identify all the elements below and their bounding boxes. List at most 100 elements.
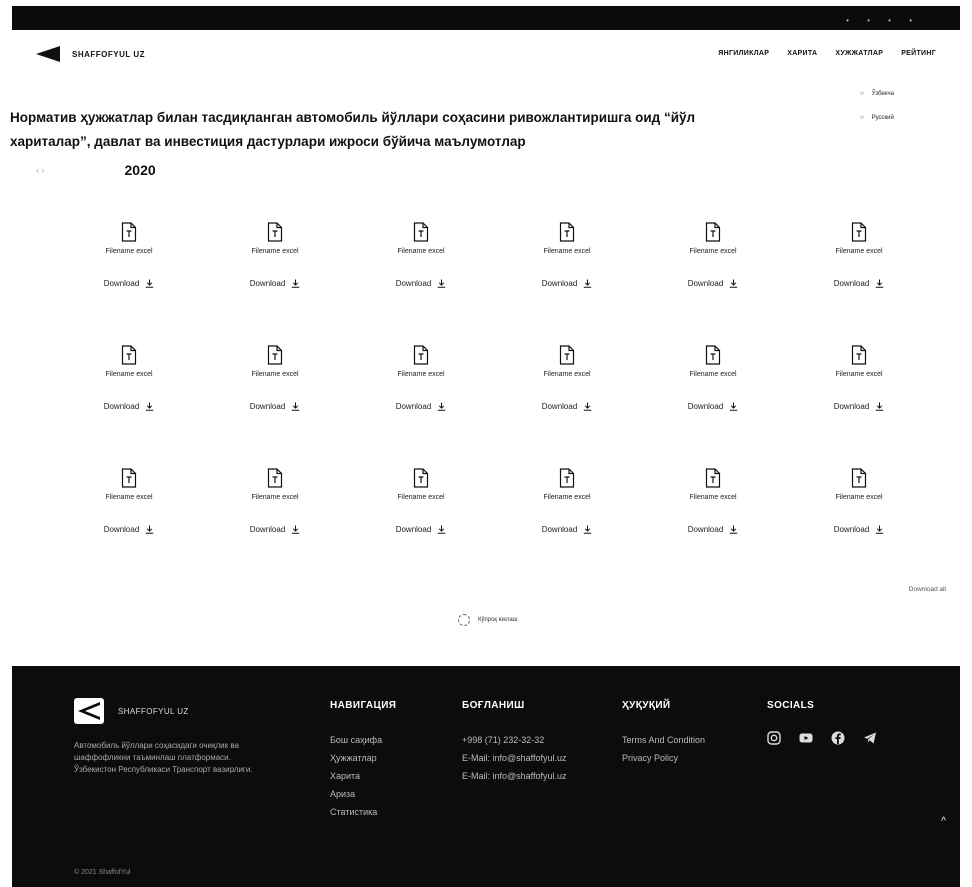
logo-text: SHAFFOFYUL UZ xyxy=(72,49,146,59)
nav-documents[interactable]: ХУЖЖАТЛАР xyxy=(835,50,883,57)
file-card: Filename excel Download xyxy=(502,460,632,583)
download-label: Download xyxy=(687,402,724,411)
footer-contact-email-1[interactable]: E-Mail: info@shaffofyul.uz xyxy=(462,749,567,767)
download-label: Download xyxy=(103,525,140,534)
footer-nav-statistics[interactable]: Статистика xyxy=(330,803,396,821)
file-icon xyxy=(267,345,283,365)
scroll-top-icon[interactable]: ^ xyxy=(941,816,946,827)
file-icon xyxy=(267,222,283,242)
instagram-icon[interactable] xyxy=(767,731,781,745)
download-button[interactable]: Download xyxy=(542,402,593,411)
lang-uzbek[interactable]: Ўзбекча xyxy=(860,82,894,106)
language-switcher: Ўзбекча Русский xyxy=(860,82,894,130)
youtube-icon[interactable] xyxy=(799,731,813,745)
download-label: Download xyxy=(833,279,870,288)
download-icon xyxy=(292,279,300,288)
file-card: Filename excel Download xyxy=(210,460,340,583)
download-button[interactable]: Download xyxy=(250,279,301,288)
file-icon xyxy=(413,468,429,488)
file-card: Filename excel Download xyxy=(210,337,340,460)
file-grid: Filename excel Download Filename excel Down… xyxy=(64,214,944,583)
load-more[interactable]: Кўпроқ юклаш xyxy=(458,614,518,626)
download-all-link[interactable]: Download all xyxy=(909,586,946,593)
file-icon xyxy=(705,345,721,365)
file-card: Filename excel Download xyxy=(648,337,778,460)
download-icon xyxy=(876,402,884,411)
year-selector: ‹ › 2020 xyxy=(36,162,156,178)
download-button[interactable]: Download xyxy=(834,525,885,534)
download-button[interactable]: Download xyxy=(250,525,301,534)
file-icon xyxy=(267,468,283,488)
footer-nav-application[interactable]: Ариза xyxy=(330,785,396,803)
download-icon xyxy=(146,279,154,288)
download-label: Download xyxy=(249,402,286,411)
footer-nav-home[interactable]: Бош саҳифа xyxy=(330,731,396,749)
download-label: Download xyxy=(541,279,578,288)
download-button[interactable]: Download xyxy=(396,279,447,288)
download-icon xyxy=(876,279,884,288)
download-icon xyxy=(438,279,446,288)
logo[interactable]: SHAFFOFYUL UZ xyxy=(36,46,145,62)
download-button[interactable]: Download xyxy=(688,279,739,288)
file-icon xyxy=(413,345,429,365)
load-more-text: Кўпроқ юклаш xyxy=(478,617,518,623)
file-name: Filename excel xyxy=(397,494,445,501)
footer-socials: SOCIALS xyxy=(767,700,877,745)
download-label: Download xyxy=(395,525,432,534)
file-name: Filename excel xyxy=(835,371,883,378)
download-label: Download xyxy=(103,279,140,288)
file-name: Filename excel xyxy=(105,494,153,501)
file-card: Filename excel Download xyxy=(356,214,486,337)
footer-nav-documents[interactable]: Ҳужжатлар xyxy=(330,749,396,767)
download-button[interactable]: Download xyxy=(688,402,739,411)
download-button[interactable]: Download xyxy=(104,402,155,411)
file-name: Filename excel xyxy=(397,248,445,255)
download-button[interactable]: Download xyxy=(104,525,155,534)
footer-nav-map[interactable]: Харита xyxy=(330,767,396,785)
file-name: Filename excel xyxy=(835,248,883,255)
footer-legal-terms[interactable]: Terms And Condition xyxy=(622,731,705,749)
download-label: Download xyxy=(687,279,724,288)
nav-map[interactable]: ХАРИТА xyxy=(787,50,817,57)
file-card: Filename excel Download xyxy=(648,460,778,583)
logo-icon xyxy=(36,46,60,62)
file-name: Filename excel xyxy=(397,371,445,378)
file-card: Filename excel Download xyxy=(794,337,924,460)
main-nav: ЯНГИЛИКЛАР ХАРИТА ХУЖЖАТЛАР РЕЙТИНГ xyxy=(718,50,936,57)
download-button[interactable]: Download xyxy=(834,402,885,411)
year-label[interactable]: 2020 xyxy=(125,162,156,178)
download-icon xyxy=(876,525,884,534)
download-label: Download xyxy=(833,402,870,411)
download-label: Download xyxy=(103,402,140,411)
download-button[interactable]: Download xyxy=(396,525,447,534)
file-icon xyxy=(851,222,867,242)
telegram-icon[interactable] xyxy=(863,731,877,745)
lang-russian[interactable]: Русский xyxy=(860,106,894,130)
footer-logo-icon xyxy=(74,698,104,724)
nav-rating[interactable]: РЕЙТИНГ xyxy=(901,50,936,57)
download-icon xyxy=(292,402,300,411)
footer-contact-email-2[interactable]: E-Mail: info@shaffofyul.uz xyxy=(462,767,567,785)
file-name: Filename excel xyxy=(105,248,153,255)
top-bar-indicators: • • • • xyxy=(846,16,920,25)
footer-logo[interactable]: SHAFFOFYUL UZ xyxy=(74,698,189,724)
nav-news[interactable]: ЯНГИЛИКЛАР xyxy=(718,50,769,57)
download-button[interactable]: Download xyxy=(688,525,739,534)
footer-legal-privacy[interactable]: Privacy Policy xyxy=(622,749,705,767)
download-button[interactable]: Download xyxy=(396,402,447,411)
download-button[interactable]: Download xyxy=(542,525,593,534)
download-button[interactable]: Download xyxy=(104,279,155,288)
download-button[interactable]: Download xyxy=(542,279,593,288)
footer-contact-phone[interactable]: +998 (71) 232-32-32 xyxy=(462,731,567,749)
footer-nav-title: НАВИГАЦИЯ xyxy=(330,700,397,711)
download-button[interactable]: Download xyxy=(834,279,885,288)
file-card: Filename excel Download xyxy=(648,214,778,337)
download-icon xyxy=(438,402,446,411)
loader-icon xyxy=(458,614,470,626)
footer-legal: ҲУҚУҚИЙ Terms And Condition Privacy Poli… xyxy=(622,700,705,767)
year-prev-icon[interactable]: ‹ › xyxy=(36,165,45,175)
download-button[interactable]: Download xyxy=(250,402,301,411)
file-name: Filename excel xyxy=(251,494,299,501)
file-name: Filename excel xyxy=(543,494,591,501)
facebook-icon[interactable] xyxy=(831,731,845,745)
